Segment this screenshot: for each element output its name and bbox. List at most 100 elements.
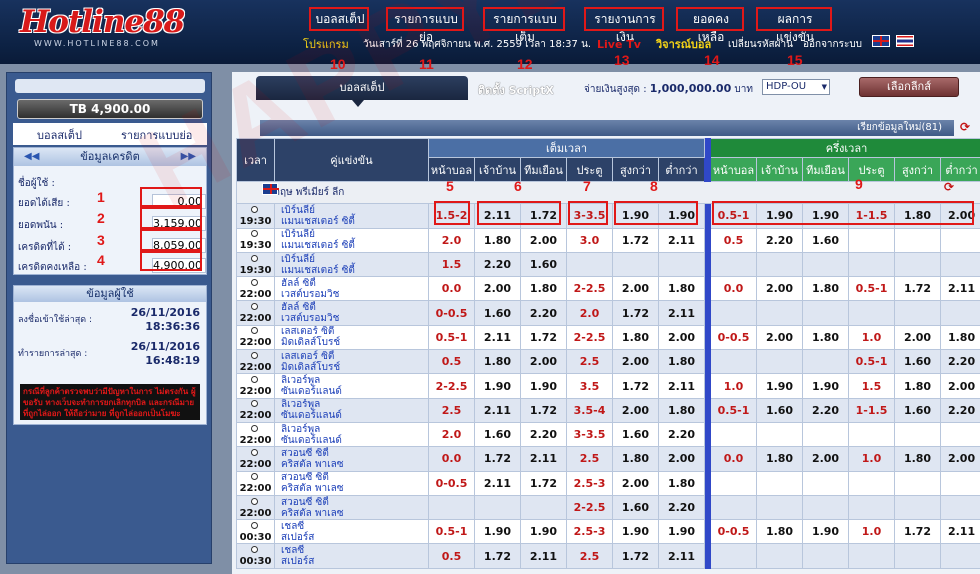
menu-finance-report[interactable]: รายงานการเงิน xyxy=(588,10,662,44)
ft-under-odds[interactable]: 1.80 xyxy=(657,349,706,375)
ft-handicap[interactable]: 0.5-1 xyxy=(428,519,475,545)
ft-home-odds[interactable]: 1.90 xyxy=(474,519,521,545)
ht-away-odds[interactable]: 2.20 xyxy=(802,397,850,423)
ft-handicap[interactable]: 2.0 xyxy=(428,421,475,448)
site-logo[interactable]: Hotline88 xyxy=(20,4,185,40)
ft-over-odds[interactable]: 1.80 xyxy=(612,324,659,351)
refresh-icon[interactable]: ⟳ xyxy=(960,120,970,134)
ft-under-odds[interactable]: 1.80 xyxy=(657,470,706,496)
ht-away-odds[interactable]: 1.90 xyxy=(802,203,850,229)
ft-over-odds[interactable]: 1.90 xyxy=(612,519,659,545)
ft-over-odds[interactable]: 1.72 xyxy=(612,227,659,253)
ht-goals[interactable]: 1.0 xyxy=(848,324,896,351)
ft-goals[interactable]: 3-3.5 xyxy=(566,421,613,448)
ft-away-odds[interactable]: 1.90 xyxy=(520,373,567,399)
market-select[interactable]: HDP-OU xyxy=(762,79,830,95)
ft-under-odds[interactable]: 1.90 xyxy=(657,519,706,545)
ht-goals[interactable]: 1.5 xyxy=(848,373,896,399)
menu-short-list[interactable]: รายการแบบย่อ xyxy=(390,10,462,44)
ht-home-odds[interactable]: 2.00 xyxy=(756,324,804,351)
ft-away-odds[interactable]: 2.11 xyxy=(520,543,567,569)
ft-under-odds[interactable]: 2.00 xyxy=(657,324,706,351)
ht-under-odds[interactable]: 1.80 xyxy=(940,324,980,351)
ft-under-odds[interactable]: 2.20 xyxy=(657,421,706,448)
ht-goals[interactable]: 0.5-1 xyxy=(848,276,896,302)
ft-home-odds[interactable]: 1.80 xyxy=(474,227,521,253)
ht-goals[interactable]: 1.0 xyxy=(848,446,896,472)
ht-goals[interactable]: 1-1.5 xyxy=(848,397,896,423)
ht-over-odds[interactable]: 1.60 xyxy=(894,349,942,375)
ft-home-odds[interactable]: 2.20 xyxy=(474,251,521,278)
ft-goals[interactable]: 2.5 xyxy=(566,446,613,472)
ht-handicap[interactable]: 0-0.5 xyxy=(710,519,758,545)
ht-home-odds[interactable]: 1.90 xyxy=(756,373,804,399)
ft-away-odds[interactable]: 1.72 xyxy=(520,470,567,496)
ft-handicap[interactable]: 2.0 xyxy=(428,227,475,253)
ft-away-odds[interactable]: 2.20 xyxy=(520,300,567,326)
thai-flag-icon[interactable] xyxy=(896,35,914,47)
ft-under-odds[interactable]: 2.11 xyxy=(657,227,706,253)
logout-link[interactable]: ออกจากระบบ xyxy=(803,38,862,52)
ft-home-odds[interactable]: 2.11 xyxy=(474,470,521,496)
refresh-text[interactable]: เรียกข้อมูลใหม่(81) xyxy=(857,122,942,133)
ft-goals[interactable]: 2.5-3 xyxy=(566,470,613,496)
ft-over-odds[interactable]: 2.00 xyxy=(612,397,659,423)
ft-home-odds[interactable]: 2.11 xyxy=(474,397,521,423)
program-link[interactable]: โปรแกรม xyxy=(303,38,349,52)
ht-goals[interactable]: 0.5-1 xyxy=(848,349,896,375)
ft-goals[interactable]: 3.5 xyxy=(566,373,613,399)
tab-step-ball-main[interactable]: บอลสเต็ป xyxy=(256,76,468,100)
ft-over-odds[interactable]: 1.80 xyxy=(612,446,659,472)
select-league-button[interactable]: เลือกลีกส์ xyxy=(859,77,959,97)
install-scriptx-link[interactable]: ติดตั้ง ScriptX xyxy=(478,81,554,99)
tab-short-list[interactable]: รายการแบบย่อ xyxy=(121,126,192,144)
ft-under-odds[interactable]: 2.20 xyxy=(657,494,706,521)
ft-over-odds[interactable]: 1.72 xyxy=(612,373,659,399)
ht-away-odds[interactable]: 1.60 xyxy=(802,227,850,253)
ft-over-odds[interactable]: 1.72 xyxy=(612,543,659,569)
ft-away-odds[interactable]: 1.72 xyxy=(520,397,567,423)
ft-home-odds[interactable]: 1.80 xyxy=(474,349,521,375)
ht-handicap[interactable]: 0.0 xyxy=(710,446,758,472)
ht-home-odds[interactable]: 1.90 xyxy=(756,203,804,229)
ht-away-odds[interactable]: 2.00 xyxy=(802,446,850,472)
ht-handicap[interactable]: 0.0 xyxy=(710,276,758,302)
ft-home-odds[interactable]: 1.72 xyxy=(474,446,521,472)
ft-away-odds[interactable]: 1.72 xyxy=(520,203,567,229)
prev-arrow-icon[interactable]: ◀◀ xyxy=(24,148,39,166)
ft-home-odds[interactable]: 1.60 xyxy=(474,300,521,326)
ht-goals[interactable]: 1.0 xyxy=(848,519,896,545)
ft-away-odds[interactable]: 2.20 xyxy=(520,421,567,448)
ft-over-odds[interactable]: 1.60 xyxy=(612,421,659,448)
ht-handicap[interactable]: 0.5-1 xyxy=(710,397,758,423)
ht-over-odds[interactable]: 1.72 xyxy=(894,276,942,302)
ht-home-odds[interactable]: 2.00 xyxy=(756,276,804,302)
ht-under-odds[interactable]: 2.00 xyxy=(940,203,980,229)
ht-handicap[interactable]: 0.5-1 xyxy=(710,203,758,229)
menu-full-list[interactable]: รายการแบบเต็ม xyxy=(487,10,563,44)
menu-balance[interactable]: ยอดคงเหลือ xyxy=(680,10,742,44)
ft-goals[interactable]: 2-2.5 xyxy=(566,276,613,302)
ft-handicap[interactable]: 0.0 xyxy=(428,446,475,472)
ft-goals[interactable]: 2.5-3 xyxy=(566,519,613,545)
ft-under-odds[interactable]: 2.11 xyxy=(657,300,706,326)
ft-goals[interactable]: 2.5 xyxy=(566,543,613,569)
ft-under-odds[interactable]: 2.00 xyxy=(657,446,706,472)
ft-handicap[interactable]: 0-0.5 xyxy=(428,300,475,326)
menu-step-ball[interactable]: บอลสเต็ป xyxy=(312,10,368,28)
ft-handicap[interactable]: 1.5-2 xyxy=(428,203,475,229)
ft-over-odds[interactable]: 2.00 xyxy=(612,349,659,375)
ht-under-odds[interactable]: 2.20 xyxy=(940,397,980,423)
ft-goals[interactable]: 3.5-4 xyxy=(566,397,613,423)
ft-over-odds[interactable]: 1.90 xyxy=(612,203,659,229)
change-password-link[interactable]: เปลี่ยนรหัสผ่าน xyxy=(728,38,793,52)
ft-under-odds[interactable]: 1.80 xyxy=(657,276,706,302)
ft-under-odds[interactable]: 2.11 xyxy=(657,543,706,569)
ht-under-odds[interactable]: 2.11 xyxy=(940,519,980,545)
ft-goals[interactable]: 3-3.5 xyxy=(566,203,613,229)
menu-match-results[interactable]: ผลการแข่งขัน xyxy=(760,10,830,44)
ft-goals[interactable]: 2.5 xyxy=(566,349,613,375)
ht-over-odds[interactable]: 1.80 xyxy=(894,446,942,472)
english-flag-icon[interactable] xyxy=(872,35,890,47)
league-refresh-icon[interactable]: ⟳ xyxy=(944,180,954,194)
